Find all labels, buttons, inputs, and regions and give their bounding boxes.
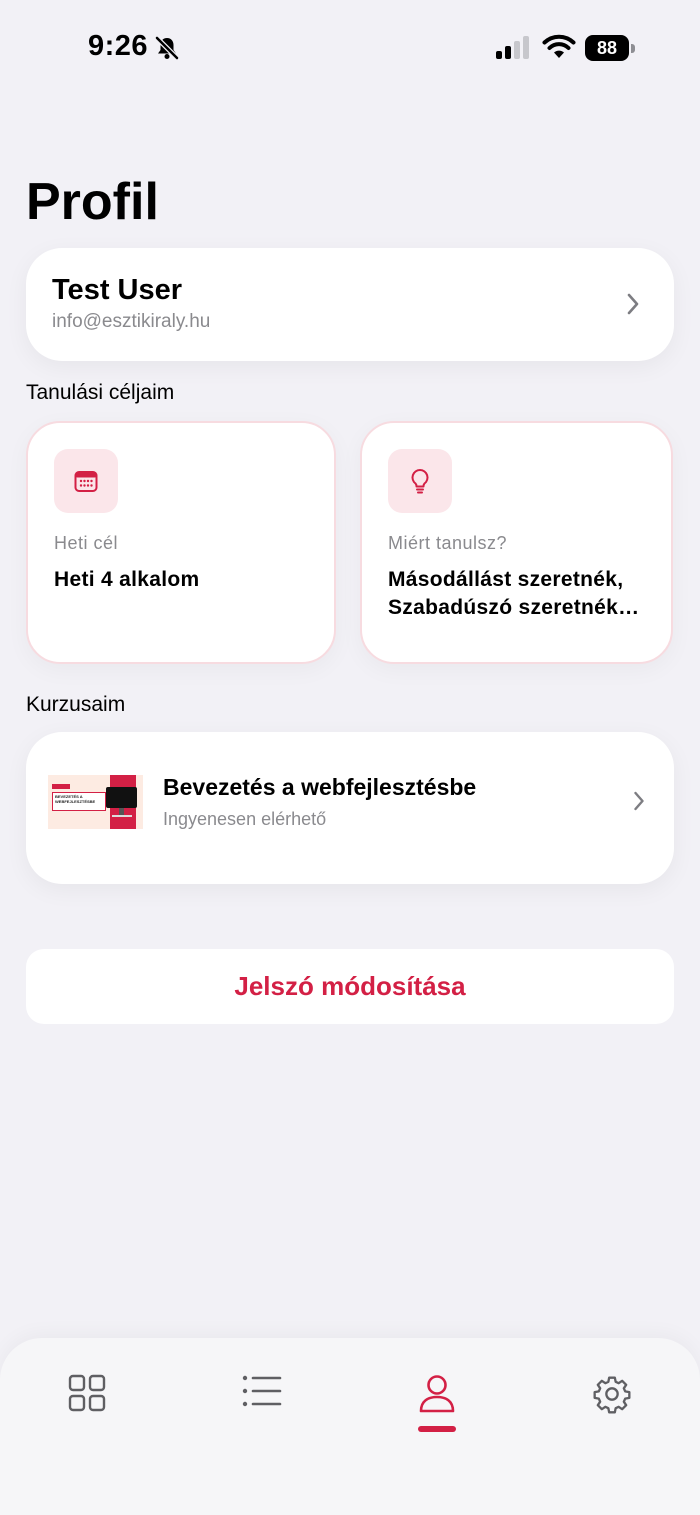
course-subtitle: Ingyenesen elérhető [163,809,327,829]
active-tab-indicator [418,1426,456,1432]
chevron-right-icon [634,791,644,811]
weekly-goal-card[interactable]: Heti cél Heti 4 alkalom [26,421,336,664]
status-bar: 9:26 88 [0,0,700,96]
goal-value: Másodállást szeretnék, Szabadúszó szeret… [388,568,624,619]
goals-section-label: Tanulási céljaim [26,381,175,404]
profile-card[interactable]: Test User info@esztikiraly.hu [26,248,674,361]
gear-icon [593,1376,631,1414]
goal-icon-box [54,449,118,513]
goal-icon-box [388,449,452,513]
grid-icon [68,1374,106,1412]
course-title: Bevezetés a webfejlesztésbe [163,774,477,800]
course-card[interactable]: BEVEZETÉS A WEBFEJLESZTÉSBE Bevezetés a … [26,732,674,884]
cellular-signal-icon [496,36,529,59]
page-title: Profil [26,173,159,231]
course-thumbnail: BEVEZETÉS A WEBFEJLESZTÉSBE [48,775,143,829]
bell-off-icon [155,36,179,60]
tab-courses-list[interactable] [232,1374,292,1444]
person-icon [419,1375,455,1413]
monitor-icon [106,787,137,808]
list-icon [242,1375,282,1407]
battery-level: 88 [585,35,629,61]
wifi-icon [542,34,576,58]
goal-value: Heti 4 alkalom [54,568,200,591]
battery-indicator: 88 [585,35,635,61]
goal-label: Miért tanulsz? [388,533,508,553]
thumbnail-title: BEVEZETÉS A WEBFEJLESZTÉSBE [55,794,96,804]
lightbulb-icon [411,469,429,494]
goal-label: Heti cél [54,533,119,553]
status-time: 9:26 [88,30,149,62]
profile-email: info@esztikiraly.hu [52,311,211,332]
tab-settings[interactable] [582,1374,642,1444]
chevron-right-icon [627,293,639,315]
tab-dashboard[interactable] [57,1374,117,1444]
profile-name: Test User [52,274,183,306]
change-password-button[interactable]: Jelszó módosítása [26,949,674,1024]
tab-profile[interactable] [407,1374,467,1444]
tab-bar [0,1338,700,1515]
battery-tip [631,44,635,53]
calendar-icon [74,471,98,492]
learning-reason-card[interactable]: Miért tanulsz? Másodállást szeretnék, Sz… [360,421,673,664]
courses-section-label: Kurzusaim [26,693,126,716]
